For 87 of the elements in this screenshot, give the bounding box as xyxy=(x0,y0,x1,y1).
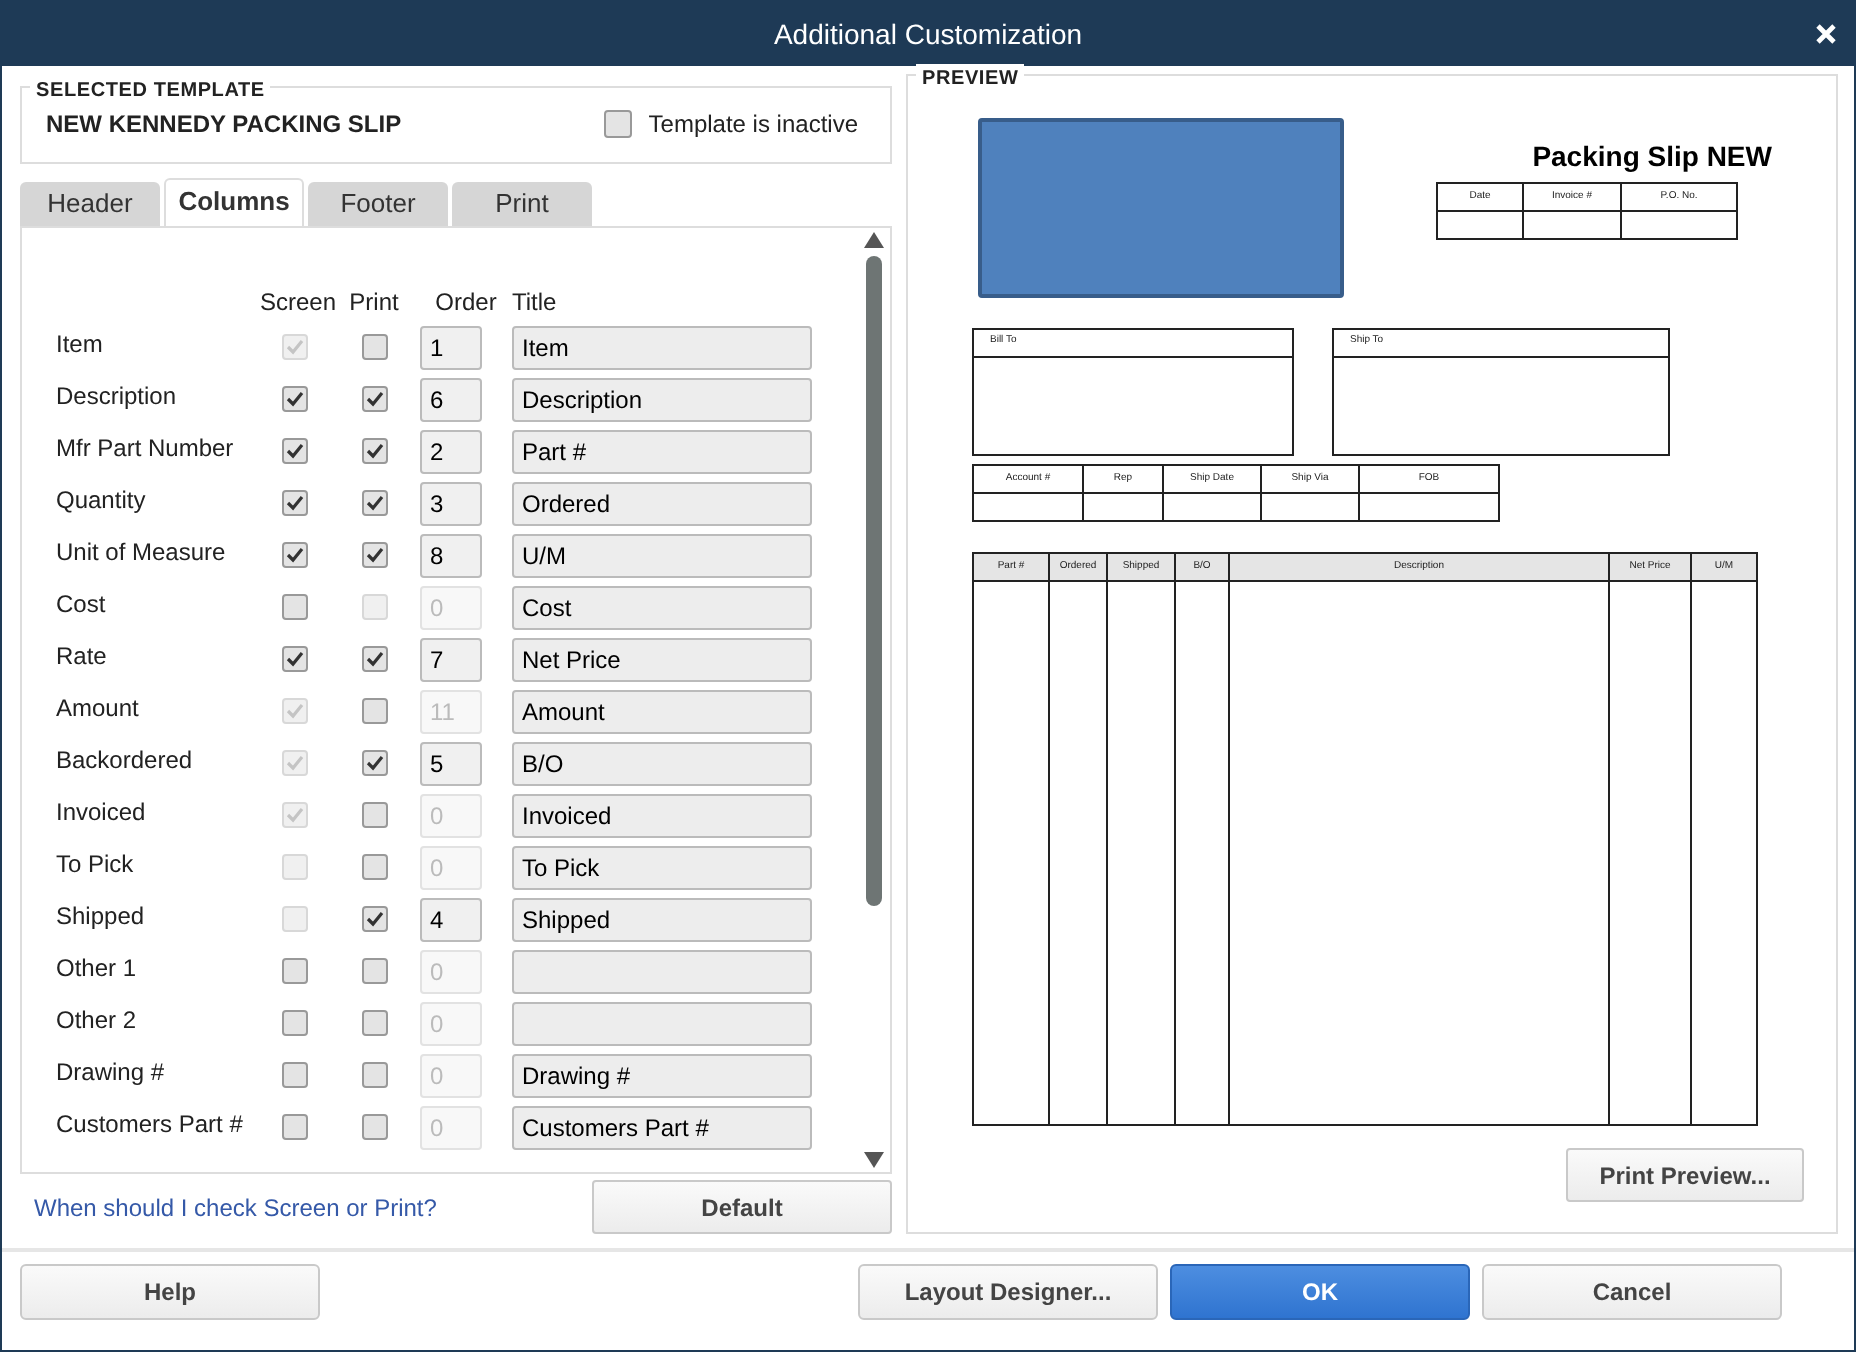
order-field[interactable]: 3 xyxy=(420,481,482,525)
row-label: Amount xyxy=(56,691,141,725)
order-field[interactable]: 8 xyxy=(420,533,482,577)
checkbox[interactable] xyxy=(361,906,387,932)
checkbox[interactable] xyxy=(281,594,307,620)
checkbox[interactable] xyxy=(361,386,387,412)
title-field[interactable] xyxy=(512,1001,812,1045)
dialog-button[interactable]: Help xyxy=(20,1264,320,1320)
dialog-button[interactable]: OK xyxy=(1170,1264,1470,1320)
order-field[interactable]: 4 xyxy=(420,897,482,941)
title-field[interactable]: Description xyxy=(512,377,812,421)
checkbox[interactable] xyxy=(361,438,387,464)
title-field[interactable]: Cost xyxy=(512,585,812,629)
row-label: Item xyxy=(56,327,105,361)
default-button[interactable]: Default xyxy=(592,1180,892,1234)
title-field[interactable]: Net Price xyxy=(512,637,812,681)
checkbox[interactable] xyxy=(281,646,307,672)
row-label: Unit of Measure xyxy=(56,535,228,569)
checkbox[interactable] xyxy=(361,1010,387,1036)
title-field[interactable]: Shipped xyxy=(512,897,812,941)
row-label: Other 1 xyxy=(56,951,139,985)
window-title: Additional Customization xyxy=(773,15,1083,53)
checkbox-label: Template is inactive xyxy=(648,108,858,143)
dialog-button[interactable]: Layout Designer... xyxy=(858,1264,1158,1320)
checkbox[interactable] xyxy=(361,646,387,672)
help-link[interactable]: When should I check Screen or Print? xyxy=(34,1189,437,1225)
checkbox[interactable] xyxy=(361,542,387,568)
tab[interactable]: Print xyxy=(452,181,592,225)
row-label: Quantity xyxy=(56,483,148,517)
scroll-up-icon[interactable] xyxy=(864,231,884,247)
row-label: Mfr Part Number xyxy=(56,431,236,465)
dialog-button[interactable]: Cancel xyxy=(1482,1264,1782,1320)
row-label: Rate xyxy=(56,639,109,673)
column-header: Title xyxy=(512,285,559,319)
close-icon[interactable] xyxy=(1814,22,1838,46)
title-field[interactable]: Item xyxy=(512,325,812,369)
tab[interactable]: Columns xyxy=(164,177,304,225)
checkbox[interactable] xyxy=(361,802,387,828)
title-field[interactable]: U/M xyxy=(512,533,812,577)
title-field[interactable]: B/O xyxy=(512,741,812,785)
row-label: Other 2 xyxy=(56,1003,139,1037)
title-field[interactable]: Customers Part # xyxy=(512,1105,812,1149)
checkbox[interactable] xyxy=(281,1010,307,1036)
document-title: Packing Slip NEW xyxy=(1532,138,1772,176)
checkbox[interactable] xyxy=(361,698,387,724)
checkbox[interactable] xyxy=(361,854,387,880)
checkbox[interactable] xyxy=(361,958,387,984)
checkbox[interactable] xyxy=(604,110,633,139)
title-field[interactable]: Part # xyxy=(512,429,812,473)
checkbox[interactable] xyxy=(281,490,307,516)
row-label: Backordered xyxy=(56,743,195,777)
order-field[interactable]: 1 xyxy=(420,325,482,369)
row-label: Customers Part # xyxy=(56,1107,245,1141)
tab[interactable]: Header xyxy=(20,181,160,225)
checkbox[interactable] xyxy=(361,334,387,360)
checkbox[interactable] xyxy=(281,386,307,412)
row-label: Drawing # xyxy=(56,1055,167,1089)
checkbox[interactable] xyxy=(281,958,307,984)
column-header: Order xyxy=(433,285,499,319)
row-label: Shipped xyxy=(56,899,147,933)
order-field[interactable]: 6 xyxy=(420,377,482,421)
order-field[interactable]: 2 xyxy=(420,429,482,473)
scrollbar-thumb[interactable] xyxy=(866,255,882,905)
row-label: Invoiced xyxy=(56,795,148,829)
tab[interactable]: Footer xyxy=(308,181,448,225)
checkbox[interactable] xyxy=(361,1114,387,1140)
checkbox[interactable] xyxy=(361,750,387,776)
print-preview-button[interactable]: Print Preview... xyxy=(1566,1148,1804,1202)
checkbox[interactable] xyxy=(281,1114,307,1140)
template-name: NEW KENNEDY PACKING SLIP xyxy=(46,108,402,143)
title-field[interactable]: Ordered xyxy=(512,481,812,525)
order-field[interactable]: 7 xyxy=(420,637,482,681)
checkbox[interactable] xyxy=(361,1062,387,1088)
order-field[interactable]: 5 xyxy=(420,741,482,785)
title-field[interactable]: To Pick xyxy=(512,845,812,889)
scroll-down-icon[interactable] xyxy=(864,1152,884,1168)
checkbox[interactable] xyxy=(281,542,307,568)
title-field[interactable]: Drawing # xyxy=(512,1053,812,1097)
row-label: To Pick xyxy=(56,847,136,881)
row-label: Description xyxy=(56,379,179,413)
title-field[interactable]: Amount xyxy=(512,689,812,733)
row-label: Cost xyxy=(56,587,108,621)
title-field[interactable]: Invoiced xyxy=(512,793,812,837)
checkbox[interactable] xyxy=(361,490,387,516)
checkbox[interactable] xyxy=(281,1062,307,1088)
checkbox[interactable] xyxy=(281,438,307,464)
title-field[interactable] xyxy=(512,949,812,993)
